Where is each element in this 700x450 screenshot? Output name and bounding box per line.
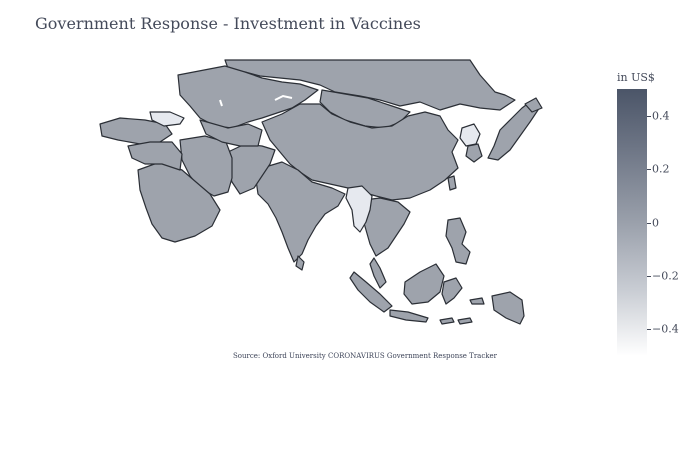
- colorbar-tick-label: −0.4: [652, 322, 679, 336]
- country-philippines[interactable]: [445, 217, 471, 265]
- colorbar-tick-label: 0.2: [652, 162, 670, 176]
- country-sri-lanka[interactable]: [295, 255, 305, 271]
- colorbar-tick-label: −0.2: [652, 269, 679, 283]
- country-new-guinea[interactable]: [491, 291, 525, 325]
- country-island-east-1[interactable]: [469, 297, 485, 305]
- country-north-korea[interactable]: [459, 123, 481, 147]
- country-sulawesi[interactable]: [441, 277, 463, 305]
- country-borneo[interactable]: [403, 263, 445, 305]
- source-note: Source: Oxford University CORONAVIRUS Go…: [233, 352, 498, 360]
- colorbar-tick-mark: [647, 222, 651, 224]
- colorbar: [617, 89, 647, 356]
- colorbar-tick-mark: [647, 169, 651, 171]
- colorbar-tick-label: 0: [652, 216, 659, 229]
- colorbar-tick-label: 0.4: [652, 109, 670, 123]
- country-malaysia-peninsula[interactable]: [369, 257, 387, 289]
- colorbar-tick-mark: [647, 329, 651, 331]
- colorbar-title: in US$: [617, 71, 655, 84]
- country-south-korea[interactable]: [465, 143, 483, 163]
- colorbar-tick-mark: [647, 115, 651, 117]
- country-sumatra[interactable]: [349, 271, 393, 313]
- country-java[interactable]: [389, 309, 429, 323]
- country-taiwan[interactable]: [447, 175, 457, 191]
- choropleth-map[interactable]: [0, 0, 700, 450]
- colorbar-tick-mark: [647, 275, 651, 277]
- country-island-east-3[interactable]: [457, 317, 473, 325]
- country-island-east-2[interactable]: [439, 317, 455, 325]
